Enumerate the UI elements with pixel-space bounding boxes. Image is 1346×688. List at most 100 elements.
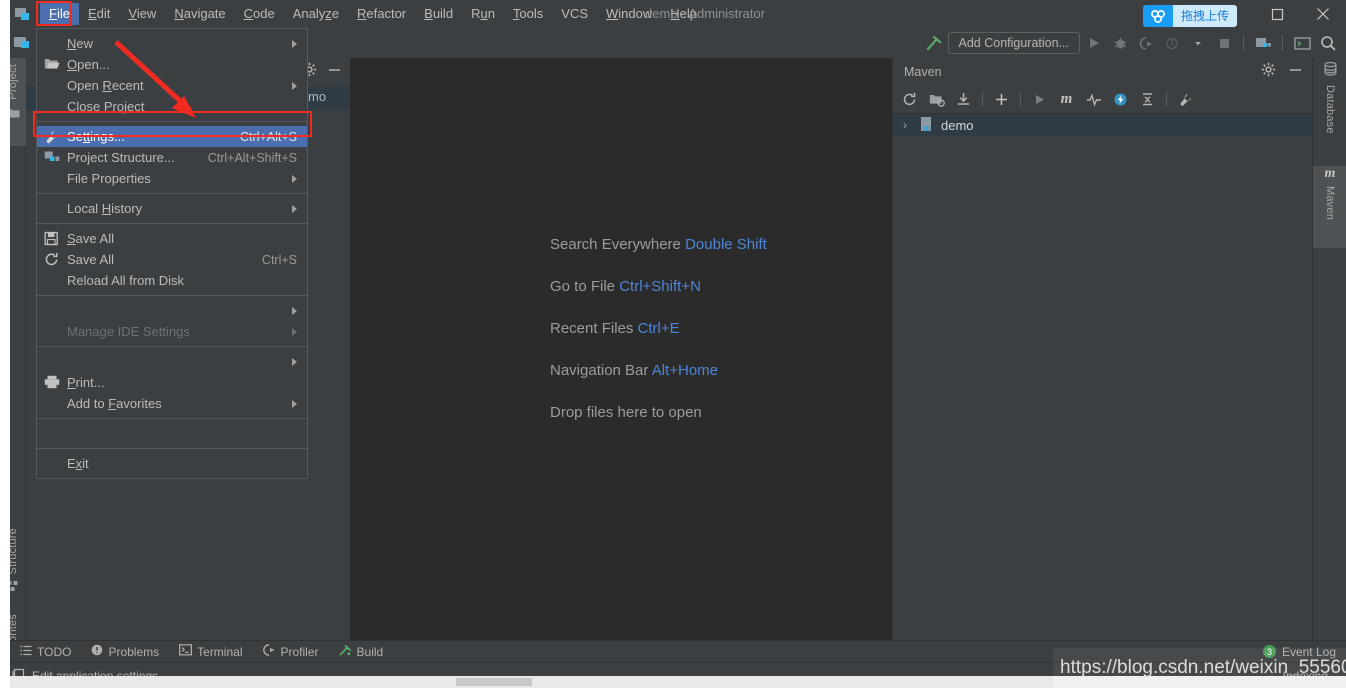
menu-item-settings-label: Settings... — [67, 129, 125, 144]
menu-refactor[interactable]: Refactor — [348, 3, 415, 25]
minimize-icon[interactable] — [327, 62, 342, 82]
search-everywhere-icon[interactable] — [1316, 31, 1340, 55]
maven-tree-row-demo[interactable]: › m demo — [893, 114, 1313, 136]
chevron-right-icon — [292, 399, 297, 408]
window-title: demo - Administrator — [645, 6, 765, 21]
execute-maven-goal-icon[interactable]: m — [1054, 88, 1079, 112]
run-icon[interactable] — [1027, 88, 1052, 112]
welcome-key-3: Alt+Home — [651, 362, 719, 379]
run-icon[interactable] — [1082, 31, 1106, 55]
add-maven-project-icon[interactable] — [989, 88, 1014, 112]
right-tool-stripe: Database m Maven — [1312, 58, 1346, 640]
menu-item-exit-label: Exit — [67, 456, 89, 471]
maximize-icon[interactable] — [1254, 0, 1300, 28]
bottom-item-profiler[interactable]: Profiler — [262, 644, 319, 659]
collapse-all-icon[interactable] — [1135, 88, 1160, 112]
bottom-item-terminal[interactable]: Terminal — [179, 644, 243, 659]
welcome-key-2: Ctrl+E — [637, 320, 680, 337]
sidebar-item-maven[interactable]: m Maven — [1313, 166, 1346, 248]
title-bar: File Edit View Navigate Code Analyze Ref… — [0, 0, 1346, 28]
menu-analyze[interactable]: Analyze — [284, 3, 348, 25]
add-configuration-button[interactable]: Add Configuration... — [947, 32, 1080, 54]
menu-tools[interactable]: Tools — [504, 3, 552, 25]
download-sources-icon[interactable] — [951, 88, 976, 112]
sidebar-item-database-label: Database — [1324, 85, 1336, 134]
menu-separator-2 — [37, 193, 307, 194]
close-icon[interactable] — [1300, 0, 1346, 28]
menu-item-open-recent[interactable]: Open Recent — [37, 75, 307, 96]
menu-item-reload-all-from-disk[interactable]: Save All Ctrl+S — [37, 249, 307, 270]
menu-item-invalidate-caches[interactable]: Reload All from Disk — [37, 270, 307, 291]
welcome-row-recent-files: Recent Files Ctrl+E — [550, 320, 767, 338]
bottom-item-todo-label: TODO — [37, 644, 72, 659]
menu-view[interactable]: View — [119, 3, 165, 25]
menu-run[interactable]: Run — [462, 3, 504, 25]
page-scrollbar-thumb[interactable] — [456, 678, 532, 686]
toggle-skip-tests-icon[interactable] — [1081, 88, 1106, 112]
welcome-key-0: Double Shift — [685, 236, 767, 253]
menu-item-open[interactable]: Open... — [37, 54, 307, 75]
sidebar-item-database[interactable]: Database — [1313, 61, 1346, 158]
generate-sources-icon[interactable] — [924, 88, 949, 112]
menu-item-print[interactable]: Print... — [37, 372, 307, 393]
gear-icon[interactable] — [1261, 62, 1276, 82]
build-hammer-icon — [339, 644, 352, 659]
menu-item-add-to-favorites[interactable]: Add to Favorites — [37, 393, 307, 414]
menu-separator-6 — [37, 418, 307, 419]
file-menu-popup: New Open... Open Recent Close Project Se… — [36, 28, 308, 479]
maven-toolbar-separator-2 — [1020, 92, 1021, 107]
window-controls — [1254, 0, 1346, 28]
chevron-down-icon[interactable] — [1186, 31, 1210, 55]
maven-toolbar-separator — [982, 92, 983, 107]
menu-item-file-properties[interactable]: File Properties — [37, 168, 307, 189]
upload-badge-label: 拖拽上传 — [1173, 5, 1238, 27]
menu-item-settings[interactable]: Settings... Ctrl+Alt+S — [37, 126, 307, 147]
folder-open-icon — [44, 57, 60, 73]
menu-item-manage-ide-settings[interactable] — [37, 300, 307, 321]
maven-panel-title: Maven — [904, 65, 942, 79]
terminal-icon[interactable] — [1290, 31, 1314, 55]
maven-settings-icon[interactable] — [1173, 88, 1198, 112]
menu-code[interactable]: Code — [235, 3, 284, 25]
bottom-item-terminal-label: Terminal — [197, 644, 243, 659]
menu-separator-7 — [37, 448, 307, 449]
debug-icon[interactable] — [1108, 31, 1132, 55]
menu-item-new[interactable]: New — [37, 33, 307, 54]
build-hammer-icon[interactable] — [922, 31, 946, 55]
project-structure-icon[interactable] — [1251, 31, 1275, 55]
menu-item-project-structure[interactable]: Project Structure... Ctrl+Alt+Shift+S — [37, 147, 307, 168]
menu-file[interactable]: File — [40, 3, 79, 25]
bottom-item-problems-label: Problems — [108, 644, 160, 659]
menu-item-exit[interactable]: Exit — [37, 453, 307, 474]
menu-item-local-history[interactable]: Local History — [37, 198, 307, 219]
menu-vcs[interactable]: VCS — [552, 3, 597, 25]
menu-build[interactable]: Build — [415, 3, 462, 25]
watermark-url: https://blog.csdn.net/weixin_55560470 — [1060, 657, 1346, 678]
reload-icon — [44, 252, 60, 268]
bottom-item-build[interactable]: Build — [339, 644, 383, 659]
cloud-upload-icon — [1143, 5, 1173, 27]
menu-item-save-all[interactable]: Save All — [37, 228, 307, 249]
menu-item-close-project[interactable]: Close Project — [37, 96, 307, 117]
save-icon — [44, 231, 60, 247]
chevron-right-icon[interactable]: › — [903, 118, 915, 132]
project-files-icon[interactable] — [14, 34, 32, 52]
toggle-offline-mode-icon[interactable] — [1108, 88, 1133, 112]
maven-tool-window: Maven m › m demo — [892, 58, 1313, 640]
profile-icon[interactable] — [1160, 31, 1184, 55]
upload-badge[interactable]: 拖拽上传 — [1143, 5, 1238, 27]
menu-item-power-save-mode[interactable] — [37, 423, 307, 444]
menu-edit[interactable]: Edit — [79, 3, 119, 25]
todo-list-icon — [20, 645, 32, 659]
reload-all-maven-projects-icon[interactable] — [897, 88, 922, 112]
bottom-item-problems[interactable]: Problems — [91, 644, 159, 659]
printer-icon — [44, 375, 60, 391]
maven-header-actions — [1261, 62, 1313, 82]
bottom-item-todo[interactable]: TODO — [20, 645, 71, 659]
minimize-icon[interactable] — [1288, 62, 1303, 82]
menu-item-export[interactable] — [37, 351, 307, 372]
run-with-coverage-icon[interactable] — [1134, 31, 1158, 55]
welcome-hints: Search Everywhere Double Shift Go to Fil… — [550, 236, 767, 446]
stop-icon[interactable] — [1212, 31, 1236, 55]
menu-navigate[interactable]: Navigate — [165, 3, 234, 25]
